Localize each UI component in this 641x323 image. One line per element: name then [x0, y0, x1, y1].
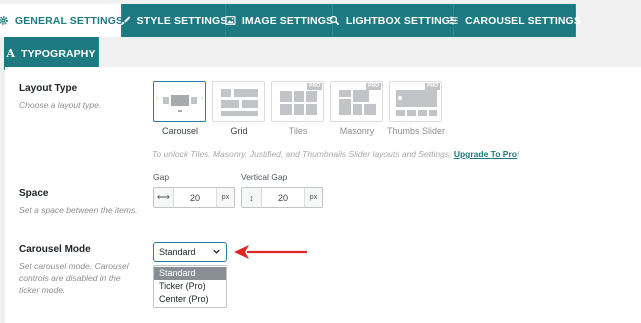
layout-option-thumbs-slider-label: Thumbs Slider [386, 126, 446, 136]
sliders-icon [448, 15, 459, 26]
layout-option-carousel[interactable]: ‹ › [153, 81, 206, 122]
masonry-shape [353, 104, 362, 115]
upgrade-note-text: To unlock Tiles, Masonry, Justified, and… [152, 149, 452, 159]
vertical-gap-icon: ↕ [242, 188, 262, 207]
vertical-gap-label: Vertical Gap [241, 172, 288, 182]
masonry-shape [339, 90, 351, 97]
horizontal-gap-icon: ⟷ [154, 188, 174, 207]
layout-type-label: Layout Type [19, 83, 78, 94]
thumbs-thumb-shape [407, 110, 416, 116]
search-icon [329, 15, 340, 26]
settings-tab-bar: GENERAL SETTINGS STYLE SETTINGS IMAGE SE… [0, 0, 641, 70]
chevron-right-icon: › [201, 96, 203, 102]
grid-cell-shape [221, 100, 239, 108]
space-label: Space [19, 188, 49, 199]
thumbs-dot-shape [398, 96, 402, 100]
masonry-shape [339, 99, 351, 115]
brush-icon [120, 15, 131, 26]
tab-label: TYPOGRAPHY [21, 47, 96, 60]
grid-cell-shape [242, 100, 258, 108]
tile-shape [306, 104, 317, 115]
gap-input[interactable]: 20 [174, 188, 216, 207]
masonry-shape [353, 90, 369, 102]
gap-input-group: ⟷ 20 px [153, 187, 235, 208]
tab-lightbox-settings[interactable]: LIGHTBOX SETTINGS [329, 4, 458, 37]
upgrade-to-pro-link[interactable]: Upgrade To Pro [454, 149, 517, 159]
carousel-mode-selected-value: Standard [159, 247, 196, 257]
tab-label: IMAGE SETTINGS [241, 14, 334, 27]
carousel-slide-shape [171, 95, 189, 106]
gap-unit: px [216, 188, 234, 207]
grid-cell-shape [221, 89, 231, 97]
tab-style-settings[interactable]: STYLE SETTINGS [120, 4, 228, 37]
upgrade-note-suffix: ! [516, 149, 520, 159]
layout-option-thumbs-slider[interactable]: PRO [389, 81, 442, 122]
carousel-mode-select[interactable]: Standard [153, 242, 227, 262]
layout-type-description: Choose a layout type. [19, 100, 102, 110]
carousel-mode-option-ticker[interactable]: Ticker (Pro) [154, 280, 226, 293]
carousel-mode-label: Carousel Mode [19, 244, 91, 255]
gap-label: Gap [153, 172, 170, 182]
tile-shape [306, 91, 317, 102]
carousel-dots-icon [178, 110, 182, 112]
carousel-slide-shape [163, 97, 169, 104]
carousel-mode-description-line: ticker mode. [19, 285, 66, 295]
space-description: Set a space between the items. [19, 205, 138, 215]
pro-badge: PRO [425, 83, 440, 90]
tab-general-settings[interactable]: GENERAL SETTINGS [0, 4, 124, 37]
tile-shape [294, 91, 304, 102]
vertical-gap-input-group: ↕ 20 px [241, 187, 323, 208]
thumbs-thumb-shape [429, 110, 437, 116]
gear-icon [0, 15, 9, 26]
carousel-mode-description-line: Set carousel mode. Carousel [19, 261, 129, 271]
image-icon [225, 15, 236, 26]
carousel-mode-option-standard[interactable]: Standard [154, 267, 226, 280]
tile-shape [280, 91, 292, 102]
tab-image-settings[interactable]: IMAGE SETTINGS [225, 4, 334, 37]
thumbs-thumb-shape [396, 110, 405, 116]
grid-cell-shape [234, 89, 258, 97]
red-arrow-annotation [234, 245, 307, 259]
masonry-shape [364, 104, 376, 115]
tile-shape [294, 104, 304, 115]
carousel-mode-option-center[interactable]: Center (Pro) [154, 293, 226, 306]
chevron-left-icon: ‹ [156, 96, 158, 102]
upgrade-note: To unlock Tiles, Masonry, Justified, and… [152, 149, 519, 159]
settings-page: GENERAL SETTINGS STYLE SETTINGS IMAGE SE… [0, 0, 641, 323]
tab-carousel-settings[interactable]: CAROUSEL SETTINGS [449, 4, 581, 37]
tab-label: CAROUSEL SETTINGS [465, 14, 581, 27]
layout-option-grid[interactable] [212, 81, 265, 122]
pro-badge: PRO [307, 83, 322, 90]
vertical-gap-input[interactable]: 20 [262, 188, 304, 207]
carousel-slide-shape [191, 97, 197, 104]
chevron-down-icon [213, 249, 220, 254]
tab-label: GENERAL SETTINGS [14, 14, 124, 27]
tab-label: LIGHTBOX SETTINGS [345, 14, 458, 27]
general-settings-panel: Layout Type Choose a layout type. ‹ › Ca… [5, 67, 641, 323]
carousel-mode-description-line: controls are disabled in the [19, 273, 121, 283]
pro-badge: PRO [366, 83, 381, 90]
carousel-mode-options: Standard Ticker (Pro) Center (Pro) [153, 265, 227, 308]
tab-label: STYLE SETTINGS [136, 14, 228, 27]
layout-option-masonry[interactable]: PRO [330, 81, 383, 122]
grid-cell-shape [221, 111, 258, 116]
vertical-gap-unit: px [304, 188, 322, 207]
thumbs-thumb-shape [418, 110, 427, 116]
tile-shape [280, 104, 292, 115]
typography-icon: A [6, 47, 16, 60]
thumbs-main-shape [396, 90, 437, 107]
tab-typography[interactable]: A TYPOGRAPHY [4, 37, 99, 70]
layout-option-tiles[interactable]: PRO [271, 81, 324, 122]
